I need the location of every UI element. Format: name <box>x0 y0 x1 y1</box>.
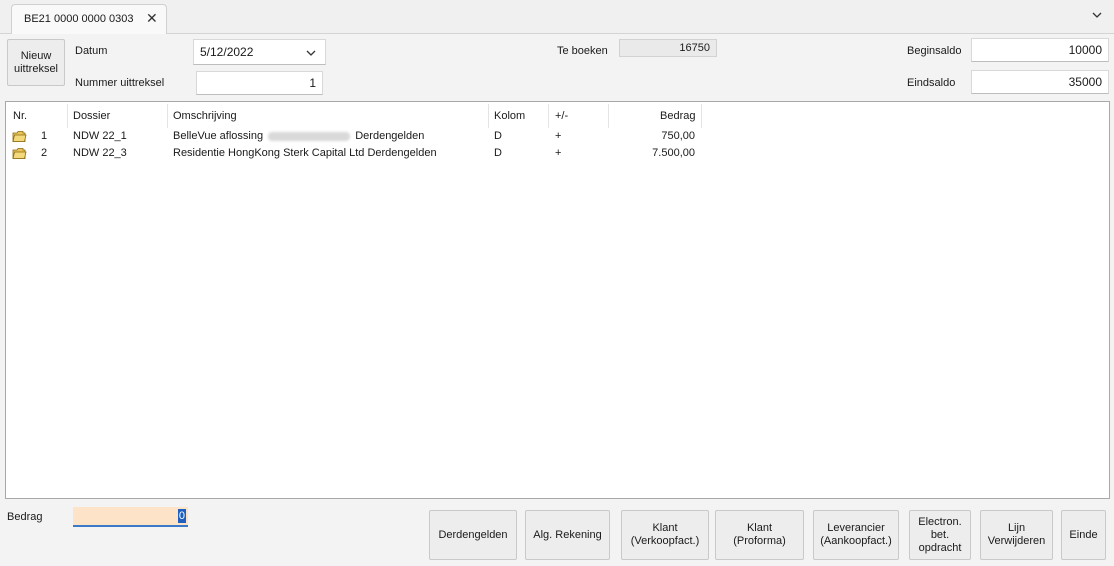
row-nr: 1 <box>41 130 48 142</box>
electron-bet-opdracht-button[interactable]: Electron. bet. opdracht <box>909 510 971 560</box>
column-divider <box>167 104 168 128</box>
statement-number-label: Nummer uittreksel <box>75 77 165 89</box>
row-sign: + <box>555 147 562 159</box>
amount-value: 0 <box>177 509 186 523</box>
row-description: BelleVue aflossing Derdengelden <box>173 128 424 145</box>
date-label: Datum <box>75 45 108 57</box>
klant-proforma-label-1: Klant <box>746 522 773 534</box>
row-description-text: BelleVue aflossing <box>173 130 264 142</box>
folder-icon <box>12 131 27 142</box>
folder-icon <box>12 148 27 159</box>
electron-label-3: opdracht <box>918 541 962 554</box>
klant-verkoopfact-label-2: (Verkoopfact.) <box>630 535 700 547</box>
chevron-down-icon[interactable] <box>1090 8 1104 22</box>
leverancier-label-1: Leverancier <box>827 522 885 534</box>
new-statement-label: Nieuw uittreksel <box>13 49 59 75</box>
column-header-kolom[interactable]: Kolom <box>494 110 525 122</box>
row-description: Residentie HongKong Sterk Capital Ltd De… <box>173 147 437 159</box>
electron-label-2: bet. <box>930 528 950 541</box>
end-balance-input[interactable]: 35000 <box>971 70 1109 94</box>
amount-label: Bedrag <box>7 511 43 523</box>
chevron-down-icon[interactable] <box>305 48 317 58</box>
row-kolom: D <box>494 130 502 142</box>
statement-number-value: 1 <box>309 76 316 90</box>
row-kolom: D <box>494 147 502 159</box>
einde-label: Einde <box>1069 528 1098 541</box>
derdengelden-button[interactable]: Derdengelden <box>429 510 517 560</box>
derdengelden-label: Derdengelden <box>438 528 508 541</box>
close-icon[interactable]: ✕ <box>146 10 158 27</box>
amount-input[interactable]: 0 <box>73 507 188 527</box>
row-bedrag: 7.500,00 <box>652 147 695 159</box>
column-divider <box>488 104 489 128</box>
leverancier-button[interactable]: Leverancier (Aankoopfact.) <box>813 510 899 560</box>
begin-balance-label: Beginsaldo <box>907 45 962 57</box>
row-dossier: NDW 22_1 <box>73 130 127 142</box>
row-nr: 2 <box>41 147 48 159</box>
column-header-sign[interactable]: +/- <box>555 110 568 122</box>
lijn-verwijderen-label-1: Lijn <box>1007 522 1026 534</box>
klant-verkoopfact-label-1: Klant <box>652 522 678 534</box>
row-sign: + <box>555 130 562 142</box>
table-row[interactable]: 2 NDW 22_3 Residentie HongKong Sterk Cap… <box>6 145 1106 162</box>
klant-proforma-button[interactable]: Klant (Proforma) <box>715 510 804 560</box>
tab-title: BE21 0000 0000 0303 <box>24 13 134 25</box>
to-book-value: 16750 <box>679 42 710 54</box>
column-divider <box>548 104 549 128</box>
row-dossier: NDW 22_3 <box>73 147 127 159</box>
klant-proforma-label-2: (Proforma) <box>733 535 786 547</box>
row-description-suffix: Derdengelden <box>355 130 425 142</box>
date-picker[interactable]: 5/12/2022 <box>193 39 326 65</box>
begin-balance-value: 10000 <box>1068 43 1102 57</box>
date-value: 5/12/2022 <box>200 45 254 59</box>
tab-statement[interactable]: BE21 0000 0000 0303 ✕ <box>11 4 167 34</box>
end-balance-label: Eindsaldo <box>907 77 956 89</box>
to-book-field: 16750 <box>619 39 717 57</box>
column-header-dossier[interactable]: Dossier <box>73 110 110 122</box>
column-divider <box>67 104 68 128</box>
tab-strip <box>0 0 1114 34</box>
to-book-label: Te boeken <box>557 45 608 57</box>
klant-verkoopfact-button[interactable]: Klant (Verkoopfact.) <box>621 510 709 560</box>
lijn-verwijderen-label-2: Verwijderen <box>987 535 1046 547</box>
alg-rekening-button[interactable]: Alg. Rekening <box>525 510 610 560</box>
column-header-bedrag[interactable]: Bedrag <box>660 110 695 122</box>
column-header-omschrijving[interactable]: Omschrijving <box>173 110 237 122</box>
leverancier-label-2: (Aankoopfact.) <box>820 535 892 547</box>
transactions-grid[interactable]: Nr. Dossier Omschrijving Kolom +/- Bedra… <box>5 101 1110 499</box>
lijn-verwijderen-button[interactable]: Lijn Verwijderen <box>980 510 1053 560</box>
begin-balance-input[interactable]: 10000 <box>971 38 1109 62</box>
einde-button[interactable]: Einde <box>1061 510 1106 560</box>
electron-label-1: Electron. <box>918 515 962 528</box>
redacted-text <box>268 131 351 141</box>
column-divider <box>701 104 702 128</box>
row-bedrag: 750,00 <box>661 130 695 142</box>
end-balance-value: 35000 <box>1068 75 1102 89</box>
column-header-nr[interactable]: Nr. <box>13 110 27 122</box>
column-divider <box>608 104 609 128</box>
statement-number-input[interactable]: 1 <box>196 71 323 95</box>
new-statement-button[interactable]: Nieuw uittreksel <box>7 39 65 86</box>
table-row[interactable]: 1 NDW 22_1 BelleVue aflossing Derdengeld… <box>6 128 1106 145</box>
alg-rekening-label: Alg. Rekening <box>533 528 602 541</box>
